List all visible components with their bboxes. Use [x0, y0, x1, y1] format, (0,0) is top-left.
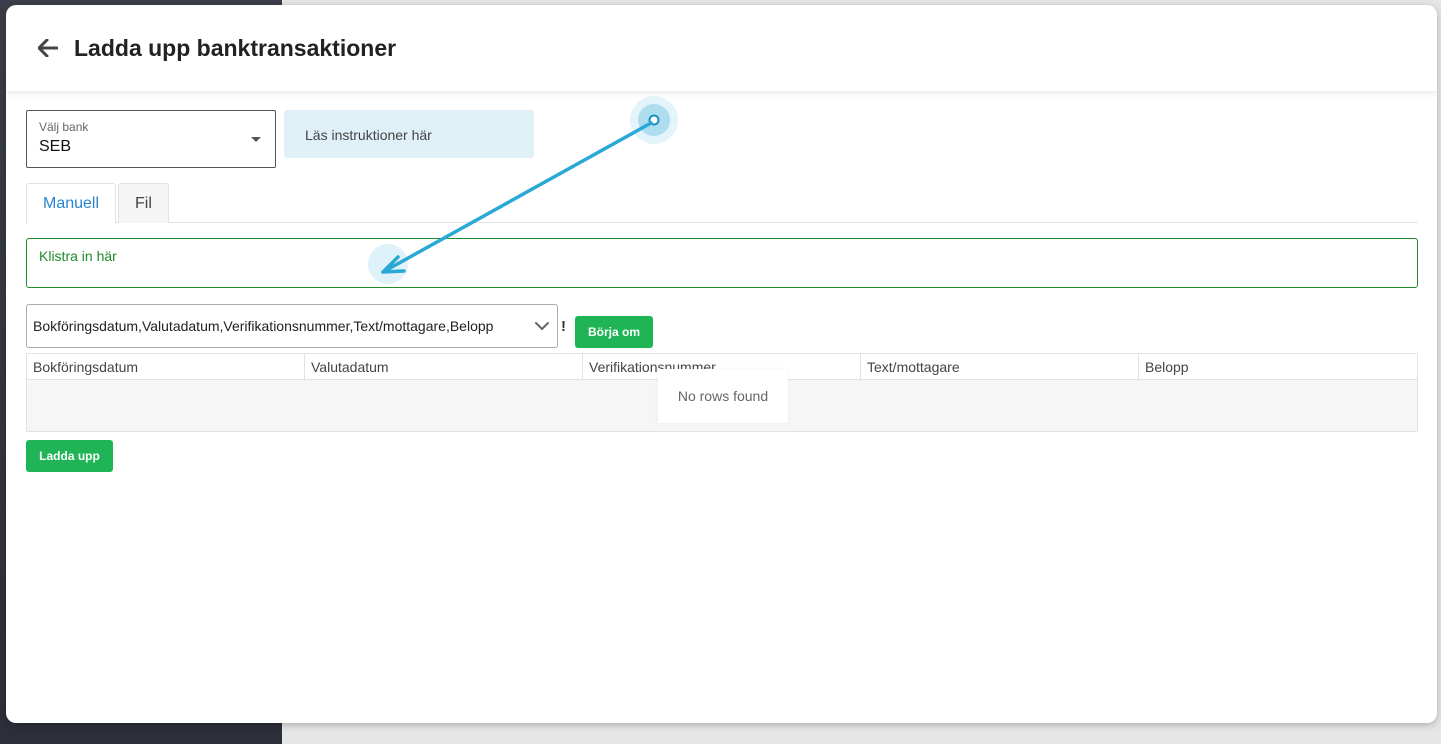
page-title: Ladda upp banktransaktioner: [74, 34, 397, 61]
column-header-amount[interactable]: Belopp: [1139, 354, 1417, 379]
bank-select[interactable]: Välj bank SEB: [26, 110, 276, 168]
paste-input[interactable]: Klistra in här: [26, 238, 1418, 288]
upload-dialog: Ladda upp banktransaktioner Välj bank SE…: [6, 5, 1437, 723]
tab-manual[interactable]: Manuell: [26, 183, 117, 224]
bank-select-value: SEB: [39, 138, 72, 155]
column-format-select[interactable]: Bokföringsdatum,Valutadatum,Verifikation…: [26, 304, 558, 348]
restart-button[interactable]: Börja om: [575, 316, 653, 348]
back-arrow-icon[interactable]: [36, 36, 60, 60]
chevron-down-icon: [535, 322, 549, 330]
caret-down-icon: [251, 137, 261, 142]
warning-icon: !: [561, 318, 566, 335]
column-header-booking-date[interactable]: Bokföringsdatum: [27, 354, 305, 379]
column-header-value-date[interactable]: Valutadatum: [305, 354, 583, 379]
dialog-content: Välj bank SEB Läs instruktioner här Manu…: [6, 91, 1437, 723]
bank-select-label: Välj bank: [39, 120, 89, 134]
column-header-text-recipient[interactable]: Text/mottagare: [861, 354, 1139, 379]
column-format-value: Bokföringsdatum,Valutadatum,Verifikation…: [33, 318, 494, 334]
input-mode-tabs: Manuell Fil: [26, 183, 1418, 224]
tab-file[interactable]: Fil: [118, 183, 169, 223]
upload-button[interactable]: Ladda upp: [26, 440, 113, 472]
transactions-grid: Bokföringsdatum Valutadatum Verifikation…: [26, 353, 1418, 432]
empty-grid-message: No rows found: [658, 369, 788, 423]
dialog-header: Ladda upp banktransaktioner: [6, 5, 1437, 91]
instructions-button[interactable]: Läs instruktioner här: [284, 110, 534, 158]
